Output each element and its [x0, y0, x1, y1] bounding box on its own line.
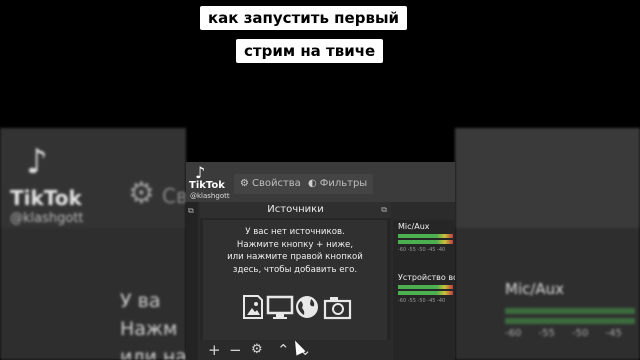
caption-line-1: как запустить первый: [200, 6, 408, 30]
empty-line-2: Нажмите кнопку + ниже,: [236, 239, 354, 250]
background-meter-scale: -60 -55 -50 -45: [505, 328, 622, 339]
mixer-channel-2-label: Устройство вос: [398, 273, 455, 282]
source-settings-button[interactable]: ⚙: [251, 341, 263, 359]
add-source-button[interactable]: +: [208, 341, 221, 359]
background-mic-label: Mic/Aux: [505, 280, 565, 298]
source-type-icons: [243, 295, 352, 320]
tab-properties[interactable]: ⚙ Свойства: [234, 174, 307, 194]
background-meter-2: [505, 318, 635, 324]
tab-filters-label: Фильтры: [319, 178, 368, 189]
empty-line-1: У вас нет источников.: [245, 227, 345, 237]
tab-properties-label: Свойства: [251, 178, 301, 189]
background-right-tabbar: [455, 128, 640, 228]
background-right-blur: Mic/Aux -60 -55 -50 -45: [455, 128, 640, 360]
empty-line-4: здесь, чтобы добавить его.: [232, 264, 358, 275]
mixer-channel-1-scale: -60 -55 -50 -45 -40: [398, 247, 446, 253]
filter-icon: ◐: [308, 178, 317, 189]
background-meter: [505, 308, 635, 314]
mixer-channel-2-scale: -60 -55 -50 -45 -40: [398, 298, 446, 304]
obs-window: ♪ TikTok @klashgott ⚙ Свойства ◐ Фильтры ⧉…: [186, 162, 455, 360]
globe-icon: [296, 296, 318, 318]
background-text-line3: или нажми: [120, 346, 186, 360]
sources-title: Источники: [267, 204, 324, 215]
background-text-line1: У ва: [120, 290, 161, 312]
sources-float-icon[interactable]: ⧉: [381, 205, 387, 215]
sources-header: Источники ⧉: [200, 202, 391, 218]
background-tiktok-username: @klashgott: [10, 211, 84, 226]
mixer-channel-2-meter-2: [398, 291, 453, 295]
empty-line-3: или нажмите правой кнопкой: [227, 252, 363, 262]
dock-float-icon[interactable]: ⧉: [188, 206, 194, 216]
sources-empty-message: У вас нет источников. Нажмите кнопку + н…: [203, 226, 387, 276]
sources-dock: Источники ⧉ У вас нет источников. Нажмит…: [200, 202, 391, 360]
background-left-blur: ♪ TikTok @klashgott ⚙ Сво У ва Нажм или …: [0, 128, 186, 360]
tab-filters[interactable]: ◐ Фильтры: [302, 174, 374, 194]
move-up-button[interactable]: ⌃: [277, 341, 290, 359]
mixer-channel-1-meter: [398, 234, 453, 238]
sources-list[interactable]: У вас нет источников. Нажмите кнопку + н…: [203, 220, 387, 340]
scenes-dock-edge: ⧉: [186, 202, 198, 360]
image-icon: [243, 295, 263, 319]
gear-icon: ⚙: [240, 178, 249, 189]
camera-icon: [323, 297, 352, 320]
display-icon: [266, 295, 294, 319]
background-gear-text: Сво: [162, 184, 186, 208]
tiktok-username: @klashgott: [190, 192, 230, 200]
caption-line-2: стрим на твиче: [236, 39, 384, 63]
tiktok-brand: TikTok: [189, 180, 225, 191]
mixer-channel-2-meter: [398, 285, 453, 289]
background-tiktok-logo-icon: ♪: [26, 142, 48, 182]
background-tiktok-brand: TikTok: [10, 186, 82, 210]
audio-mixer-dock: Mic/Aux -60 -55 -50 -45 -40 Устройство в…: [393, 220, 455, 360]
remove-source-button[interactable]: −: [229, 341, 242, 359]
mixer-channel-1-meter-2: [398, 240, 453, 244]
tab-bar: ♪ TikTok @klashgott ⚙ Свойства ◐ Фильтры: [186, 162, 455, 202]
mixer-channel-1-label: Mic/Aux: [398, 222, 430, 231]
background-gear-icon: ⚙: [128, 176, 155, 211]
background-text-line2: Нажм: [120, 318, 178, 340]
